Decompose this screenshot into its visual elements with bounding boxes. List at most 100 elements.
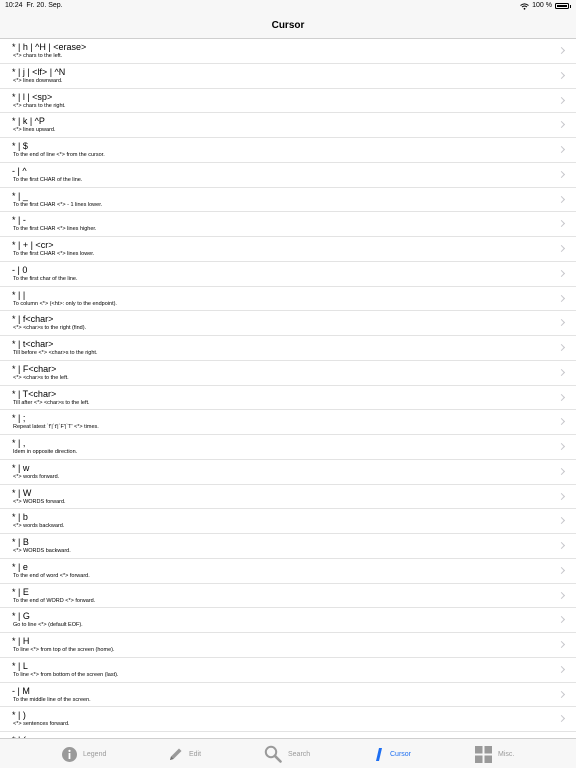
command-description: To line <*> from top of the screen (home… [13,647,115,653]
chevron-right-icon [557,269,566,277]
list-item[interactable]: * | F<char> <*> <char>s to the left. [0,361,576,386]
list-item[interactable]: * | t<char> Till before <*> <char>s to th… [0,336,576,361]
command-title: * | | [12,289,26,300]
chevron-right-icon [557,121,566,129]
chevron-right-icon [557,715,566,723]
chevron-right-icon [557,170,566,178]
list-item[interactable]: * | ; Repeat latest `f'|`t'|`F'|`T' <*> t… [0,410,576,435]
chevron-right-icon [557,71,566,79]
list-item[interactable]: * | G Go to line <*> (default EOF). [0,608,576,633]
list-item[interactable]: * | l | <sp> <*> chars to the right. [0,89,576,114]
command-title: * | w [12,462,30,473]
tab-edit[interactable]: Edit [168,739,201,769]
command-description: To the end of line <*> from the cursor. [13,152,105,158]
tab-search-label: Search [288,750,311,758]
command-list[interactable]: * | h | ^H | <erase> <*> chars to the lef… [0,39,576,738]
command-description: <*> chars to the left. [13,53,63,59]
command-title: * | $ [12,141,28,151]
tab-legend[interactable]: Legend [62,739,106,769]
command-title: * | j | <lf> | ^N [12,66,66,77]
list-item[interactable]: * | f<char> <*> <char>s to the right (fin… [0,311,576,336]
tab-misc-label: Misc. [498,750,515,758]
info-icon [62,746,77,762]
list-item[interactable]: * | j | <lf> | ^N <*> lines downward. [0,64,576,89]
command-description: To the first CHAR <*> lines higher. [13,226,97,233]
list-item[interactable]: * | e To the end of word <*> forward. [0,559,576,584]
list-item[interactable]: * | T<char> Till after <*> <char>s to the… [0,386,576,411]
tab-edit-label: Edit [189,750,202,758]
command-description: <*> lines downward. [13,77,63,84]
battery-percent: 100 % [532,2,552,9]
tab-search[interactable]: Search [264,739,310,769]
chevron-right-icon [557,244,566,253]
list-item[interactable]: - | ^ To the first CHAR of the line. [0,163,576,188]
command-title: - | 0 [12,264,28,275]
tab-cursor-label: Cursor [390,750,412,758]
command-description: <*> WORDS backward. [13,548,71,554]
command-title: * | k | ^P [12,116,45,127]
command-description: To the first CHAR <*> - 1 lines lower. [13,201,103,208]
command-title: * | ; [12,413,26,424]
command-title: * | t<char> [12,339,54,349]
list-item[interactable]: - | 0 To the first char of the line. [0,262,576,287]
list-item[interactable]: * | w <*> words forward. [0,460,576,485]
command-title: * | F<char> [12,363,57,374]
navigation-bar: Cursor [0,12,576,39]
command-description: To the middle line of the screen. [13,696,91,703]
command-title: * | h | ^H | <erase> [12,42,87,52]
command-description: To the first CHAR of the line. [13,176,83,183]
chevron-right-icon [557,517,566,525]
command-title: * | B [12,537,29,547]
status-time: 10:24 [5,2,23,9]
chevron-right-icon [557,616,566,624]
command-title: * | ) [12,710,26,721]
page-title: Cursor [271,20,305,31]
command-title: * | e [12,561,28,572]
tab-misc[interactable]: Misc. [475,739,514,769]
list-item[interactable]: * | $ To the end of line <*> from the cur… [0,138,576,163]
list-item[interactable]: * | h | ^H | <erase> <*> chars to the lef… [0,39,576,64]
command-description: <*> chars to the right. [13,102,66,109]
pencil-icon [170,748,182,760]
list-item[interactable]: * | E To the end of WORD <*> forward. [0,584,576,609]
command-description: Idem in opposite direction. [13,449,78,455]
command-description: Go to line <*> (default EOF). [13,622,83,629]
command-title: - | M [12,685,30,696]
chevron-right-icon [557,442,566,451]
list-item[interactable]: * | - To the first CHAR <*> lines higher. [0,212,576,237]
list-item[interactable]: * | b <*> words backward. [0,509,576,534]
command-description: <*> WORDS forward. [13,498,66,505]
command-description: <*> lines upward. [13,127,56,134]
list-item[interactable]: * | H To line <*> from top of the screen … [0,633,576,658]
command-title: * | _ [12,190,28,201]
list-item[interactable]: * | _ To the first CHAR <*> - 1 lines low… [0,188,576,213]
chevron-right-icon [557,294,566,302]
chevron-right-icon [557,343,566,352]
list-item[interactable]: * | ) <*> sentences forward. [0,707,576,732]
grid-icon [475,745,492,763]
list-item[interactable]: - | M To the middle line of the screen. [0,683,576,708]
list-item[interactable]: * | L To line <*> from bottom of the scre… [0,658,576,683]
chevron-right-icon [557,368,566,376]
tab-cursor[interactable]: Cursor [374,739,411,769]
chevron-right-icon [557,220,566,228]
command-description: <*> <char>s to the right (find). [13,325,87,332]
list-item[interactable]: * | B <*> WORDS backward. [0,534,576,559]
list-item[interactable]: * | k | ^P <*> lines upward. [0,113,576,138]
tab-legend-label: Legend [83,750,107,758]
chevron-right-icon [557,640,566,649]
list-item[interactable]: * | , Idem in opposite direction. [0,435,576,460]
chevron-right-icon [557,195,566,203]
list-item[interactable]: * | + | <cr> To the first CHAR <*> lines … [0,237,576,262]
command-title: * | - [12,215,26,226]
command-title: * | f<char> [12,314,54,325]
list-item[interactable]: * | | To column <*> (<ht>: only to the en… [0,287,576,312]
chevron-right-icon [557,319,566,327]
list-item[interactable]: * | W <*> WORDS forward. [0,485,576,510]
tab-bar: Legend Edit Search Cursor Misc. [0,738,576,768]
status-date: Fr. 20. Sep. [26,2,63,9]
chevron-right-icon [557,145,566,154]
command-description: Repeat latest `f'|`t'|`F'|`T' <*> times. [13,424,99,431]
command-title: * | , [12,438,26,448]
command-description: Till before <*> <char>s to the right. [13,350,98,356]
